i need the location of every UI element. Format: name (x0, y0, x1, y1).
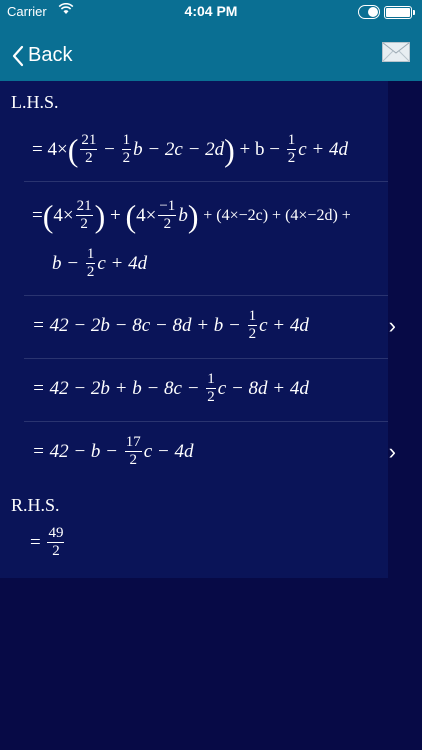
orientation-lock-icon (358, 5, 380, 19)
step-expression: = 42 − b − 17 2 c − 4d (32, 434, 194, 468)
battery-icon (384, 6, 415, 19)
rhs-expression: = 49 2 (30, 525, 65, 559)
lhs-title: L.H.S. (11, 92, 59, 112)
step-expression: = 4× ( 21 2 − 12 b − 2c − 2d ) + b − 12 c… (32, 131, 348, 168)
solution-panel: L.H.S. = 4× ( 21 2 − 12 b − 2c − 2d ) + b… (0, 81, 396, 578)
chevron-right-icon[interactable]: › (389, 313, 396, 339)
step-row: = (4× 21 2 ) + (4× −1 2 b ) + (4×−2c) + (4… (24, 182, 388, 296)
step-expression: = (4× 21 2 ) + (4× −1 2 b ) + (4×−2c) + (4… (32, 197, 351, 234)
step-row: = 42 − 2b + b − 8c − 12 c − 8d + 4d (24, 359, 388, 422)
navigation-bar: Back (0, 24, 422, 81)
step-expression-cont: b − 12 c + 4d (52, 246, 148, 280)
back-label: Back (28, 44, 73, 66)
step-expression: = 42 − 2b − 8c − 8d + b − 12 c + 4d (32, 308, 309, 342)
chevron-left-icon (12, 45, 24, 66)
mail-icon[interactable] (382, 42, 410, 67)
step-row[interactable]: = 42 − b − 17 2 c − 4d › (24, 422, 396, 484)
status-bar: Carrier 4:04 PM (0, 0, 422, 24)
chevron-right-icon[interactable]: › (389, 439, 396, 465)
step-expression: = 42 − 2b + b − 8c − 12 c − 8d + 4d (32, 371, 309, 405)
step-row: = 4× ( 21 2 − 12 b − 2c − 2d ) + b − 12 c… (24, 119, 388, 182)
back-button[interactable]: Back (12, 44, 72, 67)
step-row[interactable]: = 42 − 2b − 8c − 8d + b − 12 c + 4d › (24, 296, 396, 359)
rhs-title: R.H.S. (11, 495, 60, 515)
